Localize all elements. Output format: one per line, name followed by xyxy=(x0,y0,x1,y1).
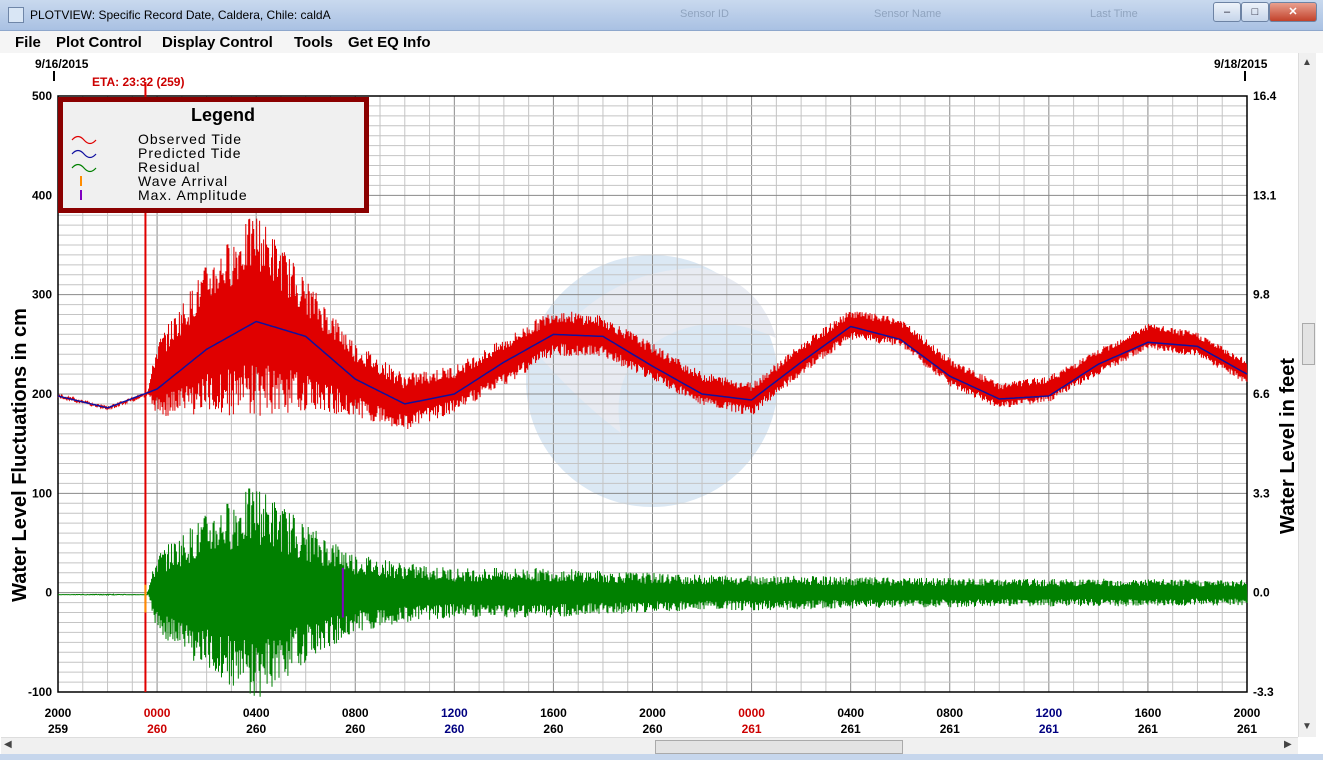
tide-plot: 9/16/2015 9/18/2015 ETA: 23:32 (259) 500… xyxy=(9,57,1299,736)
x-tick-day-label: 261 xyxy=(1237,722,1257,736)
x-axis-ticks: 2000 259 0000 260 0400 260 0800 260 1200 260 1600 2… xyxy=(45,706,1261,736)
ghost-header-last-time: Last Time xyxy=(1090,8,1138,20)
y-left-tick-label: 500 xyxy=(32,89,52,103)
y-right-tick-label: 3.3 xyxy=(1253,486,1270,500)
x-tick-day-label: 260 xyxy=(147,722,167,736)
x-tick-day-label: 261 xyxy=(940,722,960,736)
x-tick-time-label: 0800 xyxy=(936,706,963,720)
minimize-button[interactable]: – xyxy=(1213,2,1241,22)
legend-box[interactable]: Legend Observed TidePredicted TideResidu… xyxy=(58,97,369,213)
scroll-right-icon[interactable]: ▶ xyxy=(1284,739,1292,750)
y-left-ticks: 500 400 300 200 100 0 -100 xyxy=(28,89,52,699)
x-tick-time-label: 0400 xyxy=(837,706,864,720)
horizontal-scroll-thumb[interactable] xyxy=(655,740,903,754)
vertical-scroll-thumb[interactable] xyxy=(1302,323,1315,365)
x-tick-day-label: 261 xyxy=(1039,722,1059,736)
x-tick-day-label: 261 xyxy=(742,722,762,736)
y-right-tick-label: 6.6 xyxy=(1253,387,1270,401)
x-tick-time-label: 1600 xyxy=(540,706,567,720)
y-left-axis-label: Water Level Fluctuations in cm xyxy=(9,308,31,602)
x-tick-day-label: 260 xyxy=(444,722,464,736)
x-tick-time-label: 1600 xyxy=(1135,706,1162,720)
window-bottom-frame xyxy=(0,754,1323,760)
x-tick-time-label: 2000 xyxy=(639,706,666,720)
menu-display-control[interactable]: Display Control xyxy=(162,34,273,51)
x-tick-day-label: 261 xyxy=(841,722,861,736)
horizontal-scrollbar[interactable]: ◀ ▶ xyxy=(1,737,1298,755)
x-tick-time-label: 2000 xyxy=(1234,706,1261,720)
y-right-tick-label: 16.4 xyxy=(1253,89,1277,103)
x-tick-day-label: 260 xyxy=(543,722,563,736)
vertical-scrollbar[interactable]: ▲ ▼ xyxy=(1298,53,1316,737)
ghost-header-sensor-name: Sensor Name xyxy=(874,8,942,20)
x-tick-day-label: 261 xyxy=(1138,722,1158,736)
date-end-label: 9/18/2015 xyxy=(1214,57,1268,71)
menu-tools[interactable]: Tools xyxy=(294,34,333,51)
scroll-left-icon[interactable]: ◀ xyxy=(4,739,12,750)
x-tick-day-label: 260 xyxy=(642,722,662,736)
x-tick-time-label: 0000 xyxy=(738,706,765,720)
x-tick-day-label: 260 xyxy=(345,722,365,736)
y-right-tick-label: 13.1 xyxy=(1253,188,1277,202)
ghost-header-sensor-id: Sensor ID xyxy=(680,8,729,20)
x-tick-time-label: 0800 xyxy=(342,706,369,720)
y-left-tick-label: 400 xyxy=(32,188,52,202)
app-icon xyxy=(8,7,24,23)
x-tick-time-label: 2000 xyxy=(45,706,72,720)
window-title: PLOTVIEW: Specific Record Date, Caldera,… xyxy=(30,8,331,22)
menu-get-eq-info[interactable]: Get EQ Info xyxy=(348,34,431,51)
x-tick-day-label: 260 xyxy=(246,722,266,736)
y-right-tick-label: 0.0 xyxy=(1253,586,1270,600)
y-left-tick-label: 200 xyxy=(32,387,52,401)
y-right-tick-label: 9.8 xyxy=(1253,288,1270,302)
y-left-tick-label: 300 xyxy=(32,288,52,302)
x-tick-time-label: 1200 xyxy=(441,706,468,720)
x-tick-time-label: 1200 xyxy=(1035,706,1062,720)
legend-item-label: Max. Amplitude xyxy=(138,187,248,203)
menu-plot-control[interactable]: Plot Control xyxy=(56,34,142,51)
x-tick-time-label: 0000 xyxy=(144,706,171,720)
title-bar: PLOTVIEW: Specific Record Date, Caldera,… xyxy=(0,0,1323,31)
y-right-ticks: 16.4 13.1 9.8 6.6 3.3 0.0 -3.3 xyxy=(1253,89,1277,699)
menu-bar: File Plot Control Display Control Tools … xyxy=(0,31,1323,53)
y-right-axis-label: Water Level in feet xyxy=(1277,358,1298,534)
y-left-tick-label: 100 xyxy=(32,486,52,500)
legend-title: Legend xyxy=(191,105,255,125)
y-left-tick-label: -100 xyxy=(28,685,52,699)
menu-file[interactable]: File xyxy=(15,34,41,51)
x-tick-time-label: 0400 xyxy=(243,706,270,720)
y-right-tick-label: -3.3 xyxy=(1253,685,1274,699)
x-tick-day-label: 259 xyxy=(48,722,68,736)
plot-area: 9/16/2015 9/18/2015 ETA: 23:32 (259) 500… xyxy=(1,53,1314,737)
scroll-up-icon[interactable]: ▲ xyxy=(1302,57,1312,68)
scroll-down-icon[interactable]: ▼ xyxy=(1302,721,1312,732)
close-button[interactable]: ✕ xyxy=(1269,2,1317,22)
date-start-label: 9/16/2015 xyxy=(35,57,89,71)
y-left-tick-label: 0 xyxy=(45,586,52,600)
eta-label: ETA: 23:32 (259) xyxy=(92,75,184,89)
maximize-button[interactable]: □ xyxy=(1241,2,1269,22)
